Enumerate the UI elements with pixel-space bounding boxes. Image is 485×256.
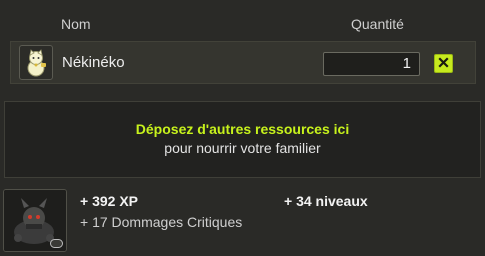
dropzone-subtitle: pour nourrir votre familier <box>164 140 321 156</box>
white-cat-figurine-icon <box>19 45 53 80</box>
resource-dropzone[interactable]: Déposez d'autres ressources ici pour nou… <box>4 101 481 178</box>
resource-name: Nékinéko <box>62 54 125 71</box>
quantity-input[interactable]: 1 <box>323 52 420 76</box>
column-header-name: Nom <box>61 16 91 32</box>
pet-portrait-icon <box>3 189 67 252</box>
xp-gain: + 392 XP <box>80 193 138 209</box>
pet-feeding-panel: Nom Quantité Nékinéko 1 Déposez d'autres… <box>0 0 485 256</box>
bonus-stat: + 17 Dommages Critiques <box>80 214 243 230</box>
level-gain: + 34 niveaux <box>284 193 368 209</box>
resource-row[interactable]: Nékinéko 1 <box>10 41 476 84</box>
remove-button[interactable] <box>434 54 453 73</box>
list-header: Nom Quantité <box>0 8 485 36</box>
dropzone-title: Déposez d'autres ressources ici <box>135 121 350 137</box>
close-icon <box>438 55 449 73</box>
column-header-quantity: Quantité <box>351 16 404 32</box>
link-badge-icon <box>50 239 63 248</box>
